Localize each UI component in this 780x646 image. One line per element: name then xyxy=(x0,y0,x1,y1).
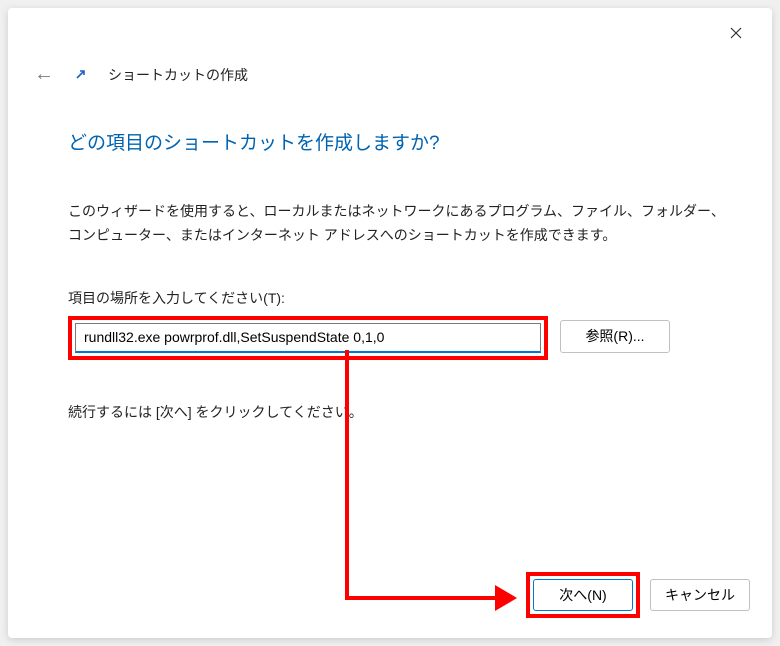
footer-buttons: 次へ(N) キャンセル xyxy=(526,572,750,618)
wizard-title: ショートカットの作成 xyxy=(108,65,248,85)
content-area: どの項目のショートカットを作成しますか? このウィザードを使用すると、ローカルま… xyxy=(68,128,732,422)
input-label: 項目の場所を入力してください(T): xyxy=(68,288,732,308)
back-arrow-icon[interactable]: ← xyxy=(34,63,54,86)
annotation-line-vertical xyxy=(345,350,349,600)
annotation-arrow-icon xyxy=(495,585,517,611)
input-row: 参照(R)... xyxy=(68,316,732,360)
wizard-window: ← ショートカットの作成 どの項目のショートカットを作成しますか? このウィザー… xyxy=(8,8,772,638)
location-input[interactable] xyxy=(75,323,541,353)
continue-text: 続行するには [次へ] をクリックしてください。 xyxy=(68,402,732,422)
close-button[interactable] xyxy=(716,18,756,48)
description-text: このウィザードを使用すると、ローカルまたはネットワークにあるプログラム、ファイル… xyxy=(68,200,732,248)
next-highlight-box: 次へ(N) xyxy=(526,572,640,618)
cancel-button[interactable]: キャンセル xyxy=(650,579,750,611)
shortcut-icon xyxy=(72,66,90,84)
next-button[interactable]: 次へ(N) xyxy=(533,579,633,611)
browse-button[interactable]: 参照(R)... xyxy=(560,320,670,353)
header-row: ← ショートカットの作成 xyxy=(34,63,248,86)
close-icon xyxy=(730,27,742,39)
annotation-line-horizontal xyxy=(345,596,500,600)
input-highlight-box xyxy=(68,316,548,360)
question-heading: どの項目のショートカットを作成しますか? xyxy=(68,128,732,155)
